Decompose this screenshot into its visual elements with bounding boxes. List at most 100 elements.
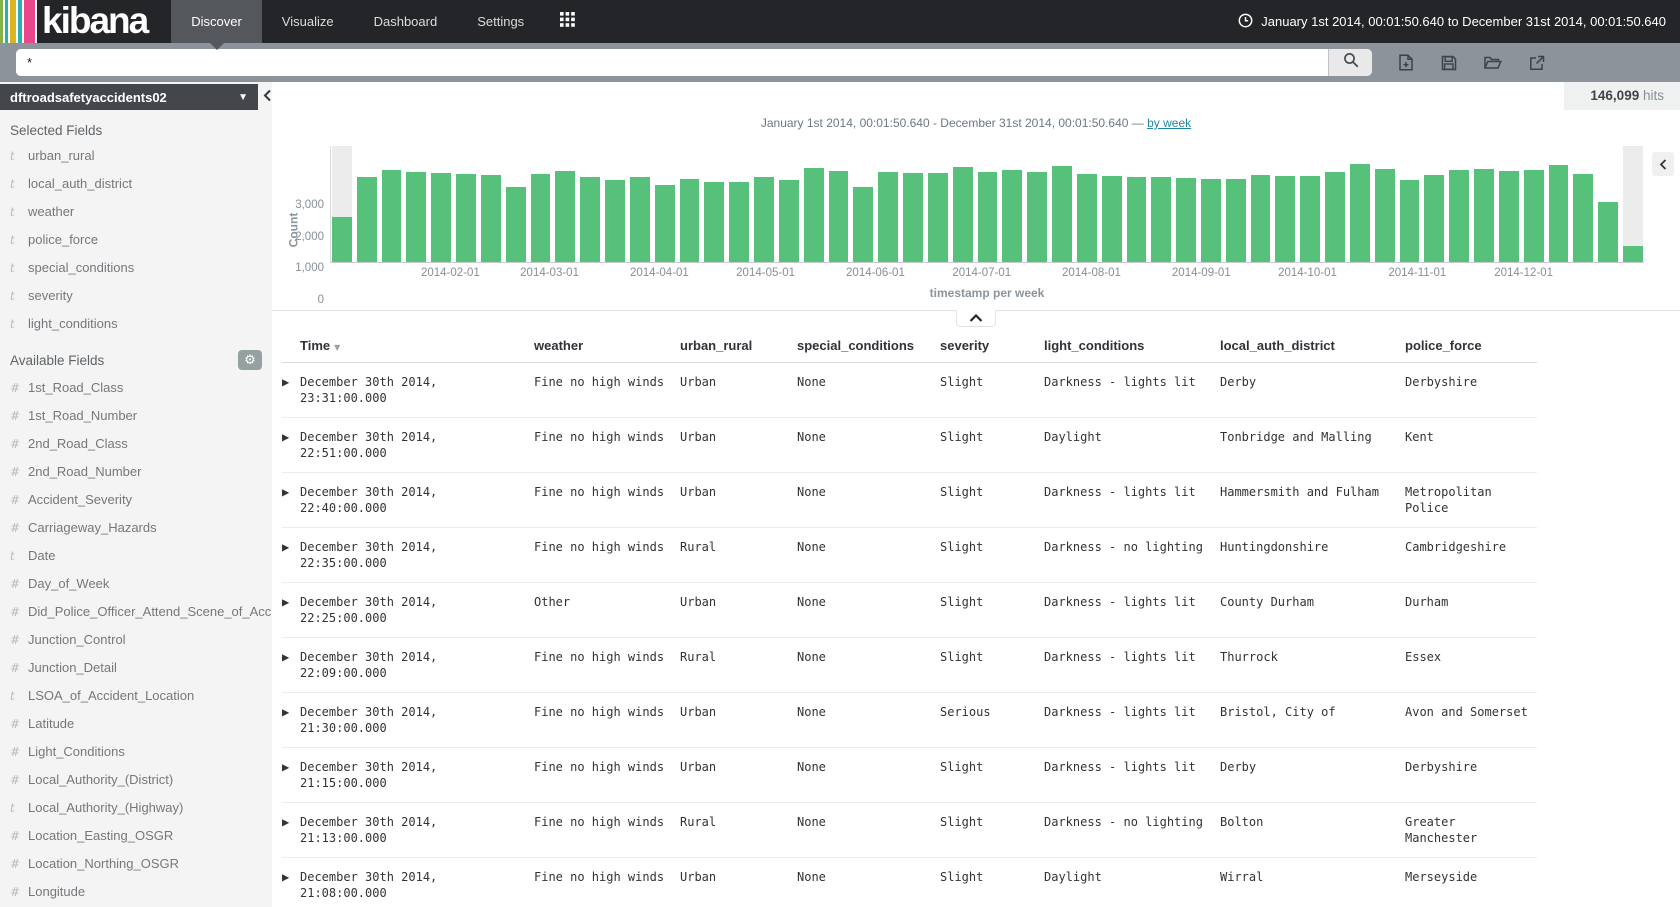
histogram-bar[interactable]	[1226, 146, 1246, 262]
histogram-bar[interactable]	[1449, 146, 1469, 262]
field-item-local-auth-district[interactable]: tlocal_auth_district	[0, 169, 272, 197]
column-header-time[interactable]: Time▼	[300, 330, 534, 363]
histogram-bar[interactable]	[1549, 146, 1569, 262]
field-item-junction-detail[interactable]: #Junction_Detail	[0, 653, 272, 681]
save-icon[interactable]	[1441, 54, 1457, 71]
histogram-bar[interactable]	[630, 146, 650, 262]
histogram-bar[interactable]	[704, 146, 724, 262]
field-item-longitude[interactable]: #Longitude	[0, 877, 272, 905]
expand-row-icon[interactable]: ▶	[282, 858, 300, 907]
field-item-police-force[interactable]: tpolice_force	[0, 225, 272, 253]
histogram-bar[interactable]	[1002, 146, 1022, 262]
field-item-junction-control[interactable]: #Junction_Control	[0, 625, 272, 653]
apps-grid-button[interactable]	[544, 0, 591, 43]
collapse-chart-button[interactable]	[956, 310, 996, 327]
field-item-day-of-week[interactable]: #Day_of_Week	[0, 569, 272, 597]
histogram-bar[interactable]	[1077, 146, 1097, 262]
histogram-bar[interactable]	[903, 146, 923, 262]
histogram-bar[interactable]	[1102, 146, 1122, 262]
field-item-2nd-road-number[interactable]: #2nd_Road_Number	[0, 457, 272, 485]
field-item-location-easting-osgr[interactable]: #Location_Easting_OSGR	[0, 821, 272, 849]
histogram-bar[interactable]	[1201, 146, 1221, 262]
expand-row-icon[interactable]: ▶	[282, 693, 300, 748]
open-folder-icon[interactable]	[1484, 54, 1502, 71]
histogram-bar[interactable]	[754, 146, 774, 262]
histogram-bar[interactable]	[1325, 146, 1345, 262]
expand-row-icon[interactable]: ▶	[282, 748, 300, 803]
histogram-bar[interactable]	[357, 146, 377, 262]
field-item-1st-road-class[interactable]: #1st_Road_Class	[0, 373, 272, 401]
histogram-bar[interactable]	[1424, 146, 1444, 262]
expand-row-icon[interactable]: ▶	[282, 803, 300, 858]
histogram-bar[interactable]	[853, 146, 873, 262]
histogram-bar[interactable]	[1052, 146, 1072, 262]
column-header-police_force[interactable]: police_force	[1405, 330, 1537, 363]
nav-tab-settings[interactable]: Settings	[457, 0, 544, 43]
histogram-bar[interactable]	[779, 146, 799, 262]
field-item-weather[interactable]: tweather	[0, 197, 272, 225]
histogram-bar[interactable]	[1275, 146, 1295, 262]
field-item-1st-road-number[interactable]: #1st_Road_Number	[0, 401, 272, 429]
field-item-2nd-road-class[interactable]: #2nd_Road_Class	[0, 429, 272, 457]
histogram-bar[interactable]	[1474, 146, 1494, 262]
nav-tab-discover[interactable]: Discover	[171, 0, 262, 43]
kibana-logo[interactable]: kibana	[0, 0, 157, 43]
histogram-bar[interactable]	[878, 146, 898, 262]
histogram-bar[interactable]	[655, 146, 675, 262]
sidebar-collapse-button[interactable]	[263, 89, 272, 107]
field-item-location-northing-osgr[interactable]: #Location_Northing_OSGR	[0, 849, 272, 877]
field-settings-button[interactable]: ⚙	[238, 350, 262, 370]
histogram-bar[interactable]	[580, 146, 600, 262]
histogram-bar[interactable]	[406, 146, 426, 262]
histogram-bar[interactable]	[1350, 146, 1370, 262]
histogram-bar[interactable]	[804, 146, 824, 262]
histogram-bar[interactable]	[1524, 146, 1544, 262]
expand-row-icon[interactable]: ▶	[282, 583, 300, 638]
expand-row-icon[interactable]: ▶	[282, 418, 300, 473]
histogram-bar[interactable]	[978, 146, 998, 262]
expand-row-icon[interactable]: ▶	[282, 638, 300, 693]
column-header-light_conditions[interactable]: light_conditions	[1044, 330, 1220, 363]
time-range-picker[interactable]: January 1st 2014, 00:01:50.640 to Decemb…	[1238, 0, 1680, 43]
histogram-bar[interactable]	[531, 146, 551, 262]
histogram-bar[interactable]	[1027, 146, 1047, 262]
histogram-bar[interactable]	[680, 146, 700, 262]
histogram-bar[interactable]	[431, 146, 451, 262]
column-header-local_auth_district[interactable]: local_auth_district	[1220, 330, 1405, 363]
histogram-bar[interactable]	[953, 146, 973, 262]
histogram-bar[interactable]	[1176, 146, 1196, 262]
histogram-bar[interactable]	[1375, 146, 1395, 262]
field-item-local-authority-highway-[interactable]: tLocal_Authority_(Highway)	[0, 793, 272, 821]
histogram-bar[interactable]	[1598, 146, 1618, 262]
column-header-weather[interactable]: weather	[534, 330, 680, 363]
histogram-bar[interactable]	[1400, 146, 1420, 262]
histogram-bar[interactable]	[729, 146, 749, 262]
field-item-lsoa-of-accident-location[interactable]: tLSOA_of_Accident_Location	[0, 681, 272, 709]
histogram-bar[interactable]	[1623, 146, 1643, 262]
field-item-urban-rural[interactable]: turban_rural	[0, 141, 272, 169]
histogram-bar[interactable]	[928, 146, 948, 262]
chart-panel-collapse-button[interactable]	[1652, 152, 1674, 176]
column-header-special_conditions[interactable]: special_conditions	[797, 330, 940, 363]
field-item-latitude[interactable]: #Latitude	[0, 709, 272, 737]
nav-tab-visualize[interactable]: Visualize	[262, 0, 354, 43]
export-icon[interactable]	[1529, 54, 1545, 71]
search-button[interactable]	[1328, 49, 1372, 76]
expand-row-icon[interactable]: ▶	[282, 473, 300, 528]
field-item-accident-severity[interactable]: #Accident_Severity	[0, 485, 272, 513]
new-document-icon[interactable]	[1398, 54, 1414, 71]
histogram-bar[interactable]	[382, 146, 402, 262]
field-item-special-conditions[interactable]: tspecial_conditions	[0, 253, 272, 281]
field-item-light-conditions[interactable]: tlight_conditions	[0, 309, 272, 337]
column-header-urban_rural[interactable]: urban_rural	[680, 330, 797, 363]
histogram-bar[interactable]	[1499, 146, 1519, 262]
histogram-bar[interactable]	[1151, 146, 1171, 262]
histogram-bar[interactable]	[829, 146, 849, 262]
expand-row-icon[interactable]: ▶	[282, 528, 300, 583]
histogram-bar[interactable]	[481, 146, 501, 262]
field-item-severity[interactable]: tseverity	[0, 281, 272, 309]
histogram-bar[interactable]	[1573, 146, 1593, 262]
histogram-bar[interactable]	[456, 146, 476, 262]
field-item-carriageway-hazards[interactable]: #Carriageway_Hazards	[0, 513, 272, 541]
histogram-bar[interactable]	[506, 146, 526, 262]
